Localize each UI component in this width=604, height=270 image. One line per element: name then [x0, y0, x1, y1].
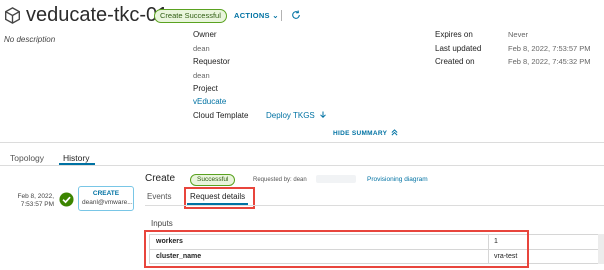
timeline-date-time: 7:53:57 PM — [20, 201, 54, 208]
sub-tabs-baseline — [145, 205, 604, 206]
created-on-label: Created on — [435, 57, 475, 66]
hide-summary-button[interactable]: HIDE SUMMARY — [333, 129, 398, 137]
deployment-icon — [5, 7, 20, 24]
last-updated-value: Feb 8, 2022, 7:53:57 PM — [508, 44, 591, 53]
hide-summary-label: HIDE SUMMARY — [333, 130, 388, 137]
actions-label: ACTIONS — [234, 11, 270, 20]
tabs-baseline — [0, 165, 604, 166]
inputs-heading: Inputs — [151, 219, 173, 228]
owner-value: dean — [193, 44, 210, 53]
project-link[interactable]: vEducate — [193, 97, 226, 106]
cloud-template-name: Deploy TKGS — [266, 111, 315, 120]
requested-by-text: Requested by: dean — [253, 177, 307, 183]
timeline-event-card[interactable]: CREATE deanl@vmware... — [78, 186, 134, 211]
owner-label: Owner — [193, 30, 217, 39]
cloud-template-label: Cloud Template — [193, 111, 249, 120]
scrollbar[interactable] — [598, 234, 604, 264]
chevron-down-icon: ⌄ — [272, 11, 279, 20]
requestor-value: dean — [193, 71, 210, 80]
header-divider — [281, 10, 282, 21]
actions-menu-button[interactable]: ACTIONS ⌄ — [234, 11, 279, 20]
chevron-up-double-icon — [391, 129, 398, 136]
project-label: Project — [193, 84, 218, 93]
summary-divider — [0, 142, 604, 143]
deployment-status-badge: Create Successful — [154, 9, 227, 23]
created-on-value: Feb 8, 2022, 7:45:32 PM — [508, 57, 591, 66]
provisioning-diagram-link[interactable]: Provisioning diagram — [367, 176, 428, 183]
timeline-event-title: CREATE — [92, 190, 120, 197]
tab-events[interactable]: Events — [147, 192, 171, 201]
tab-topology[interactable]: Topology — [10, 153, 44, 163]
event-status-badge: Successful — [190, 174, 236, 186]
deployment-title: veducate-tkc-01 — [26, 4, 169, 26]
expires-label: Expires on — [435, 30, 473, 39]
download-icon — [320, 111, 326, 119]
cloud-template-link[interactable]: Deploy TKGS — [266, 111, 327, 120]
refresh-icon[interactable] — [291, 10, 301, 20]
tab-history[interactable]: History — [63, 153, 89, 163]
expires-value: Never — [508, 30, 529, 39]
timeline-date-day: Feb 8, 2022, — [17, 193, 55, 200]
inputs-table-highlight — [144, 230, 529, 268]
redacted-name — [316, 175, 356, 183]
last-updated-label: Last updated — [435, 44, 482, 53]
success-check-icon — [59, 192, 74, 207]
requestor-label: Requestor — [193, 57, 230, 66]
timeline-event-user: deanl@vmware... — [82, 199, 133, 206]
event-title: Create — [145, 173, 176, 184]
timeline-date: Feb 8, 2022, 7:53:57 PM — [10, 193, 55, 209]
description-text: No description — [4, 35, 56, 44]
